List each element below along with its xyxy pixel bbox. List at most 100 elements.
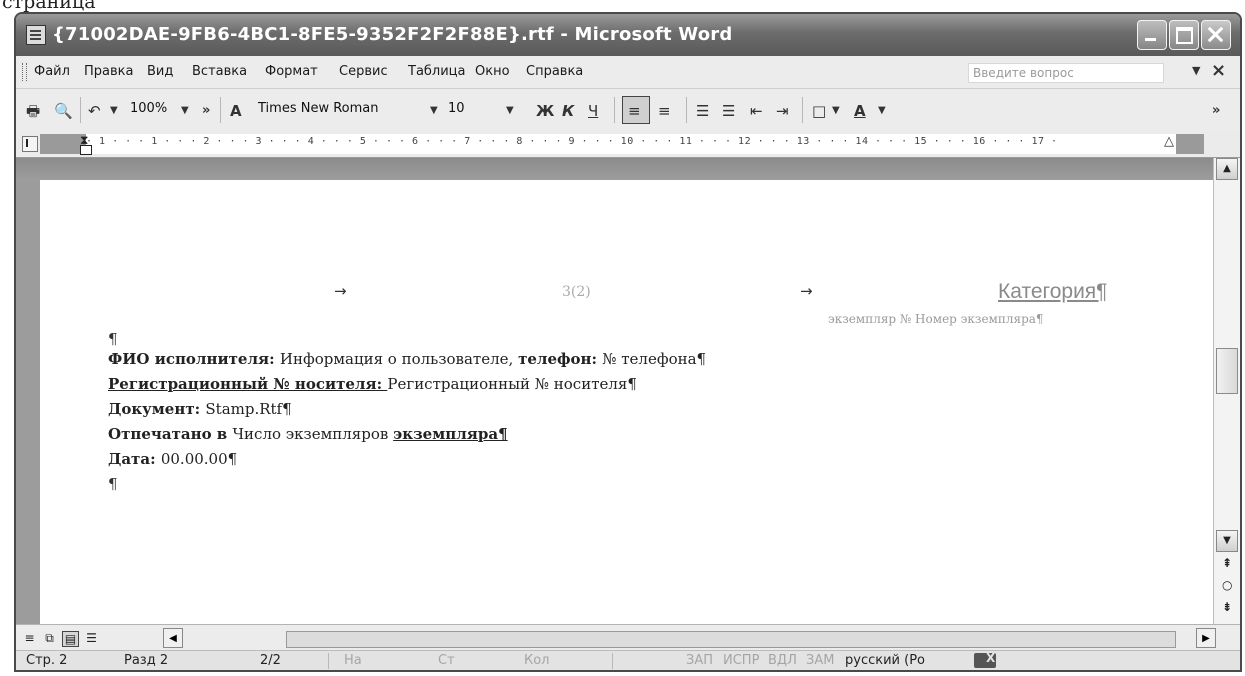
word-window: {71002DAE-9FB6-4BC1-8FE5-9352F2F2F88E}.r… (14, 12, 1242, 672)
print-icon[interactable]: 🖶 (26, 101, 40, 121)
menu-bar: Файл Правка Вид Вставка Формат Сервис Та… (16, 56, 1240, 89)
menubar-grip-icon[interactable] (22, 63, 27, 81)
toolbar-overflow-icon[interactable]: » (202, 101, 210, 121)
date-label: Дата: (108, 450, 161, 468)
vertical-scroll-thumb[interactable] (1216, 348, 1238, 394)
copies-value: Число экземпляров (232, 425, 394, 443)
undo-dropdown-icon[interactable]: ▼ (110, 101, 118, 121)
numbering-icon[interactable]: ☰ (696, 101, 709, 121)
bullets-icon[interactable]: ☰ (722, 101, 735, 121)
menu-edit[interactable]: Правка (84, 64, 133, 79)
menu-format[interactable]: Формат (265, 64, 318, 79)
empty-paragraph: ¶ (108, 330, 118, 348)
borders-dropdown-icon[interactable]: ▼ (832, 101, 840, 121)
menu-tools[interactable]: Сервис (339, 64, 388, 79)
menu-help[interactable]: Справка (526, 64, 583, 79)
status-ovr[interactable]: ЗАМ (806, 653, 834, 668)
toolbar-options-icon[interactable]: » (1212, 101, 1220, 121)
close-window-button[interactable] (1201, 20, 1231, 50)
font-color-dropdown-icon[interactable]: ▼ (878, 101, 886, 121)
title-bar[interactable]: {71002DAE-9FB6-4BC1-8FE5-9352F2F2F88E}.r… (16, 14, 1240, 56)
vertical-scrollbar[interactable]: ▲ ▼ ⇞ ○ ⇟ (1213, 158, 1240, 624)
right-indent-icon[interactable]: △ (1164, 134, 1174, 149)
window-title: {71002DAE-9FB6-4BC1-8FE5-9352F2F2F88E}.r… (52, 24, 733, 45)
copy-number-field: экземпляр № Номер экземпляра¶ (828, 312, 1044, 326)
document-area: → 3(2) → Категория¶ экземпляр № Номер эк… (16, 158, 1213, 624)
date-line: Дата: 00.00.00¶ (108, 450, 237, 468)
document-label: Документ: (108, 400, 206, 418)
outline-view-icon[interactable]: ☰ (84, 631, 99, 645)
copies-unit: экземпляра¶ (393, 425, 508, 443)
menu-view[interactable]: Вид (147, 64, 173, 79)
printed-copies-line: Отпечатано в Число экземпляров экземпляр… (108, 425, 508, 443)
close-document-icon[interactable]: × (1211, 60, 1226, 81)
print-preview-icon[interactable]: 🔍 (54, 101, 73, 121)
italic-button[interactable]: К (562, 101, 574, 121)
align-center-icon[interactable]: ≡ (658, 101, 671, 121)
scroll-up-button[interactable]: ▲ (1216, 158, 1238, 180)
zoom-dropdown-icon[interactable]: ▼ (181, 101, 189, 121)
previous-page-icon[interactable]: ⇞ (1222, 556, 1232, 570)
menu-window[interactable]: Окно (475, 64, 510, 79)
empty-paragraph: ¶ (108, 475, 118, 493)
document-page[interactable]: → 3(2) → Категория¶ экземпляр № Номер эк… (40, 180, 1213, 624)
underline-button[interactable]: Ч (588, 101, 598, 121)
menu-insert[interactable]: Вставка (192, 64, 247, 79)
phone-label: телефон: (518, 350, 603, 368)
zoom-box[interactable]: 100% (130, 98, 167, 120)
menu-table[interactable]: Таблица (408, 64, 466, 79)
media-number-value: Регистрационный № носителя¶ (387, 375, 637, 393)
date-value: 00.00.00¶ (160, 450, 238, 468)
phone-value: № телефона¶ (602, 350, 707, 368)
font-name-dropdown-icon[interactable]: ▼ (430, 101, 438, 121)
tab-selector-icon[interactable] (22, 136, 38, 152)
status-line: Ст (438, 653, 455, 668)
executor-line: ФИО исполнителя: Информация о пользовате… (108, 350, 706, 368)
select-browse-object-icon[interactable]: ○ (1222, 578, 1232, 592)
status-separator (328, 653, 329, 669)
minimize-button[interactable] (1137, 20, 1167, 50)
spelling-status-icon[interactable] (974, 651, 996, 668)
media-number-line: Регистрационный № носителя: Регистрацион… (108, 375, 637, 393)
font-size-box[interactable]: 10 (448, 98, 465, 120)
font-size-dropdown-icon[interactable]: ▼ (506, 101, 514, 121)
menu-file[interactable]: Файл (34, 64, 70, 79)
status-ext[interactable]: ВДЛ (768, 653, 797, 668)
toolbar-separator (614, 97, 615, 123)
align-left-icon: ≡ (628, 102, 641, 120)
ask-question-input[interactable]: Введите вопрос (968, 63, 1164, 83)
horizontal-scrollbar[interactable] (286, 631, 1176, 648)
ruler-scale: · 1 · · · 1 · · · 2 · · · 3 · · · 4 · · … (86, 136, 1058, 147)
bold-button[interactable]: Ж (536, 101, 554, 121)
increase-indent-icon[interactable]: ⇥ (776, 101, 789, 121)
scroll-down-button[interactable]: ▼ (1216, 530, 1238, 552)
left-indent-icon[interactable] (80, 145, 92, 155)
maximize-button[interactable] (1169, 20, 1199, 50)
document-value: Stamp.Rtf¶ (205, 400, 292, 418)
category-field: Категория¶ (998, 280, 1108, 303)
borders-icon[interactable]: □ (812, 101, 826, 121)
toolbar-separator (80, 97, 81, 123)
status-trk[interactable]: ИСПР (723, 653, 759, 668)
print-layout-icon[interactable]: ▤ (62, 631, 79, 647)
next-page-icon[interactable]: ⇟ (1222, 600, 1232, 614)
executor-value: Информация о пользователе, (279, 350, 519, 368)
toolbar-separator (220, 97, 221, 123)
page-gap (16, 158, 1213, 180)
scroll-left-button[interactable]: ◀ (163, 628, 183, 648)
scroll-right-button[interactable]: ▶ (1196, 628, 1216, 648)
undo-icon[interactable]: ↶ (88, 101, 101, 121)
status-rec[interactable]: ЗАП (686, 653, 713, 668)
toolbar-separator (686, 97, 687, 123)
horizontal-ruler: · 1 · · · 1 · · · 2 · · · 3 · · · 4 · · … (16, 131, 1240, 158)
decrease-indent-icon[interactable]: ⇤ (750, 101, 763, 121)
toolbar: 🖶 🔍 ↶ ▼ 100% ▼ » A Times New Roman ▼ 10 … (16, 89, 1240, 132)
font-name-box[interactable]: Times New Roman (258, 98, 378, 120)
styles-icon[interactable]: A (230, 101, 242, 121)
normal-view-icon[interactable]: ≡ (22, 631, 37, 645)
font-color-icon[interactable]: A (854, 101, 866, 121)
document-line: Документ: Stamp.Rtf¶ (108, 400, 292, 418)
web-layout-icon[interactable]: ⧉ (42, 631, 57, 645)
word-document-icon[interactable] (26, 25, 46, 45)
ask-dropdown-icon[interactable]: ▼ (1192, 64, 1200, 77)
